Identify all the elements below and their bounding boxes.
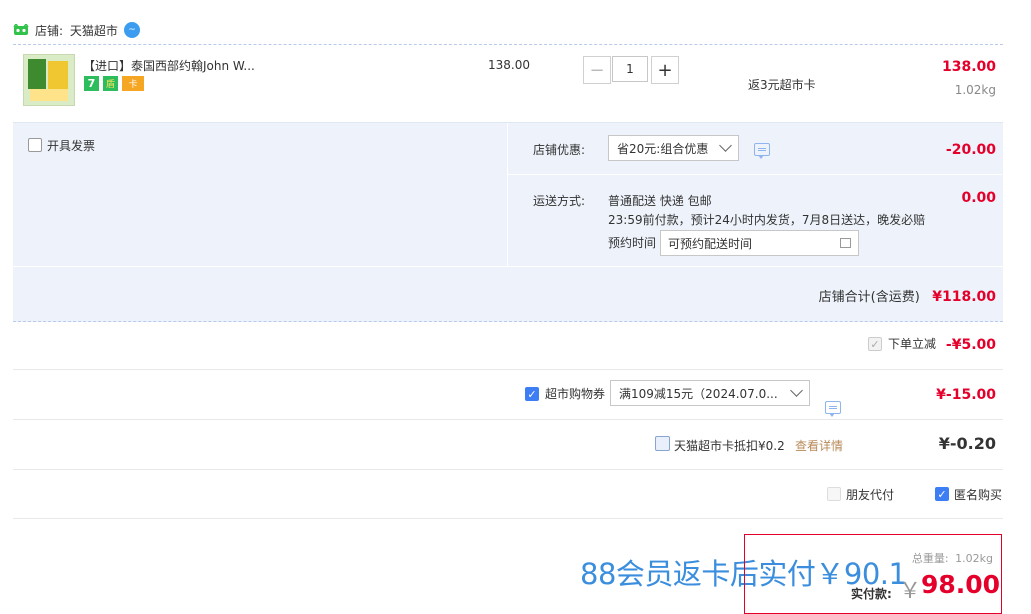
shop-total: 店铺合计(含运费) ¥118.00 <box>700 286 996 305</box>
friend-pay-checkbox[interactable] <box>827 487 841 501</box>
instant-label: 下单立减 <box>888 337 937 351</box>
pay-amount: 98.00 <box>921 570 1001 599</box>
coupon-selected: 满109减15元（2024.07.0... <box>619 386 778 401</box>
anonymous-checkbox[interactable]: ✓ <box>935 487 949 501</box>
anonymous-label: 匿名购买 <box>954 488 1003 502</box>
reserve-label: 预约时间 <box>608 236 657 250</box>
quantity-input[interactable]: 1 <box>612 56 648 82</box>
coupon-checkbox[interactable]: ✓ <box>525 387 539 401</box>
shop-total-amount: ¥118.00 <box>932 289 996 305</box>
divider <box>13 518 1003 519</box>
card-details-link[interactable]: 查看详情 <box>795 437 843 454</box>
shop-icon <box>13 22 29 36</box>
unit-price: 138.00 <box>488 58 530 72</box>
decrease-button[interactable]: − <box>583 56 611 84</box>
invoice-label: 开具发票 <box>47 139 96 153</box>
delivery-amount: 0.00 <box>961 190 996 206</box>
rebate-text: 返3元超市卡 <box>748 78 816 92</box>
item-weight: 1.02kg <box>954 83 996 97</box>
delivery-note: 23:59前付款，预计24小时内发货，7月8日送达，晚发必赔 <box>608 213 926 227</box>
divider <box>13 419 1003 420</box>
discount-select[interactable]: 省20元:组合优惠 <box>608 135 739 161</box>
discount-selected: 省20元:组合优惠 <box>617 141 709 156</box>
invoice-checkbox[interactable] <box>28 138 42 152</box>
message-icon[interactable] <box>825 401 841 417</box>
product-tags: 7 盾 卡 <box>84 76 144 91</box>
message-icon[interactable] <box>754 143 770 159</box>
payment-summary-box: 总重量: 1.02kg 实付款: ￥ 98.00 <box>744 534 1002 614</box>
instant-amount: -¥5.00 <box>945 337 996 353</box>
guarantee-icon: 盾 <box>103 76 118 91</box>
friend-pay-label: 朋友代付 <box>846 488 895 502</box>
shop-label: 店铺: <box>35 24 64 38</box>
coupon-select[interactable]: 满109减15元（2024.07.0... <box>610 380 810 406</box>
delivery-method: 普通配送 快递 包邮 <box>608 194 712 208</box>
shop-total-label: 店铺合计(含运费) <box>818 290 920 305</box>
chat-bubble-icon[interactable]: ~ <box>124 22 140 38</box>
total-weight: 总重量: 1.02kg <box>912 550 993 566</box>
seven-day-return-icon: 7 <box>84 76 99 91</box>
instant-checkbox: ✓ <box>868 337 882 351</box>
increase-button[interactable]: + <box>651 56 679 84</box>
chevron-down-icon <box>790 384 803 397</box>
currency-symbol: ￥ <box>899 579 922 604</box>
card-checkbox[interactable] <box>655 436 670 451</box>
shop-title: 店铺: 天猫超市 <box>35 22 118 39</box>
card-icon: 卡 <box>122 76 144 91</box>
discount-amount: -20.00 <box>945 142 996 158</box>
chevron-down-icon <box>719 139 732 152</box>
divider <box>13 369 1003 370</box>
reserve-time-input[interactable]: 可预约配送时间 <box>660 230 859 256</box>
panel-divider <box>507 123 508 266</box>
coupon-label: 超市购物券 <box>545 387 606 401</box>
reserve-placeholder: 可预约配送时间 <box>668 236 753 251</box>
calendar-icon <box>840 238 851 248</box>
coupon-amount: ¥-15.00 <box>936 387 996 403</box>
panel-divider <box>13 266 1003 267</box>
delivery-label: 运送方式: <box>533 194 586 208</box>
total-weight-value: 1.02kg <box>955 552 993 565</box>
product-title[interactable]: 【进口】泰国西部约翰John W... <box>83 57 283 74</box>
divider <box>13 469 1003 470</box>
product-image[interactable] <box>23 54 75 106</box>
card-amount: ¥-0.20 <box>938 434 996 453</box>
item-subtotal: 138.00 <box>941 59 996 75</box>
pay-label: 实付款: <box>851 587 892 601</box>
card-label: 天猫超市卡抵扣¥0.2 <box>674 439 785 453</box>
discount-label: 店铺优惠: <box>533 143 586 157</box>
shop-name[interactable]: 天猫超市 <box>70 24 118 38</box>
total-weight-label: 总重量: <box>911 552 949 565</box>
divider <box>13 44 1003 45</box>
panel-divider <box>508 174 1002 175</box>
